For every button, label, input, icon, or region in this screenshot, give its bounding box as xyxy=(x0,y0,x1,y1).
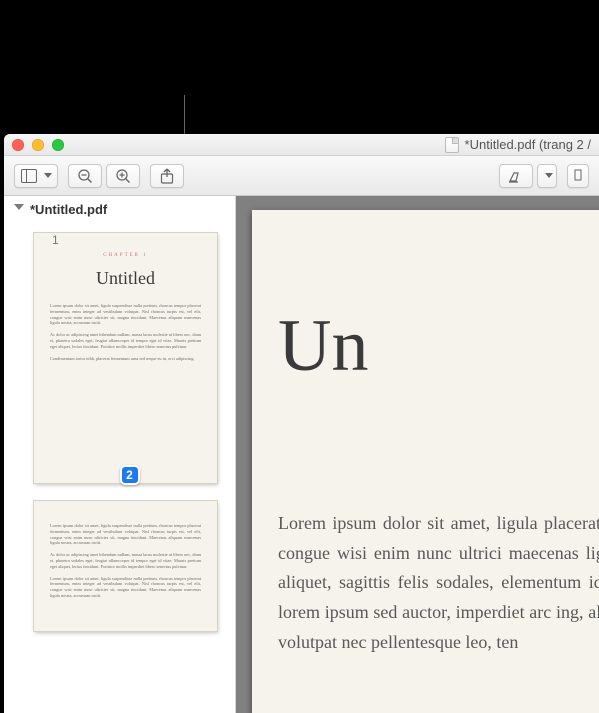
pencil-icon xyxy=(572,169,584,183)
thumbnail-index: 1 xyxy=(52,233,59,247)
window-controls xyxy=(12,139,64,151)
thumbnail-page-preview: CHAPTER 1 Untitled Lorem ipsum dolor sit… xyxy=(34,233,217,483)
document-title: Un xyxy=(278,304,599,389)
markup-button[interactable] xyxy=(499,164,533,188)
page-body-text: Ac dolor ac adipiscing amet bibendum nul… xyxy=(50,552,201,569)
close-window-button[interactable] xyxy=(12,139,24,151)
chevron-down-icon xyxy=(44,173,52,178)
app-window: *Untitled.pdf (trang 2 / xyxy=(4,134,599,713)
zoom-group xyxy=(68,164,140,188)
main-document-view[interactable]: C Un Lorem ipsum dolor sit amet, ligula … xyxy=(236,196,599,713)
page-count-badge: 2 xyxy=(120,465,140,485)
window-titlebar: *Untitled.pdf (trang 2 / xyxy=(4,134,599,156)
sidebar-doc-name: *Untitled.pdf xyxy=(30,202,107,217)
zoom-in-button[interactable] xyxy=(106,164,140,188)
sidebar-layout-icon xyxy=(21,169,37,183)
page-body-text: Condimentum tortor nibh, placerat fermen… xyxy=(50,356,201,362)
markup-menu-button[interactable] xyxy=(537,164,557,188)
zoom-out-button[interactable] xyxy=(68,164,102,188)
zoom-window-button[interactable] xyxy=(52,139,64,151)
chapter-label: CHAPTER 1 xyxy=(50,253,201,258)
toolbar xyxy=(4,156,599,196)
markup-group xyxy=(499,164,557,188)
view-mode-button[interactable] xyxy=(14,164,58,188)
highlighter-icon xyxy=(508,169,524,183)
chevron-down-icon xyxy=(545,173,553,178)
page-thumbnail[interactable]: 1 CHAPTER 1 Untitled Lorem ipsum dolor s… xyxy=(34,233,225,483)
minimize-window-button[interactable] xyxy=(32,139,44,151)
page-title: Untitled xyxy=(50,268,201,289)
thumbnails-list: 1 CHAPTER 1 Untitled Lorem ipsum dolor s… xyxy=(4,223,235,713)
window-title: *Untitled.pdf (trang 2 / xyxy=(445,137,591,153)
thumbnails-sidebar: *Untitled.pdf 1 CHAPTER 1 Untitled Lorem… xyxy=(4,196,236,713)
share-icon xyxy=(160,168,174,184)
disclosure-triangle-icon xyxy=(14,204,24,215)
toolbar-extra-button[interactable] xyxy=(567,164,589,188)
document-icon xyxy=(445,137,459,153)
document-page: C Un Lorem ipsum dolor sit amet, ligula … xyxy=(252,210,599,713)
zoom-in-icon xyxy=(115,168,131,184)
page-body-text: Lorem ipsum dolor sit amet, ligula suspe… xyxy=(50,523,201,546)
content-area: *Untitled.pdf 1 CHAPTER 1 Untitled Lorem… xyxy=(4,196,599,713)
page-body-text: Lorem ipsum dolor sit amet, ligula suspe… xyxy=(50,303,201,326)
chapter-heading: C xyxy=(278,254,599,270)
thumbnail-page-preview: Lorem ipsum dolor sit amet, ligula suspe… xyxy=(34,501,217,631)
window-title-text: *Untitled.pdf (trang 2 / xyxy=(465,137,591,152)
page-thumbnail[interactable]: Lorem ipsum dolor sit amet, ligula suspe… xyxy=(34,501,225,631)
share-button[interactable] xyxy=(150,164,184,188)
page-body-text: Lorem ipsum dolor sit amet, ligula suspe… xyxy=(50,576,201,599)
sidebar-document-header[interactable]: *Untitled.pdf xyxy=(4,196,235,223)
document-body-text: Lorem ipsum dolor sit amet, ligula place… xyxy=(278,509,599,657)
page-body-text: Ac dolor ac adipiscing amet bibendum nul… xyxy=(50,332,201,349)
zoom-out-icon xyxy=(77,168,93,184)
